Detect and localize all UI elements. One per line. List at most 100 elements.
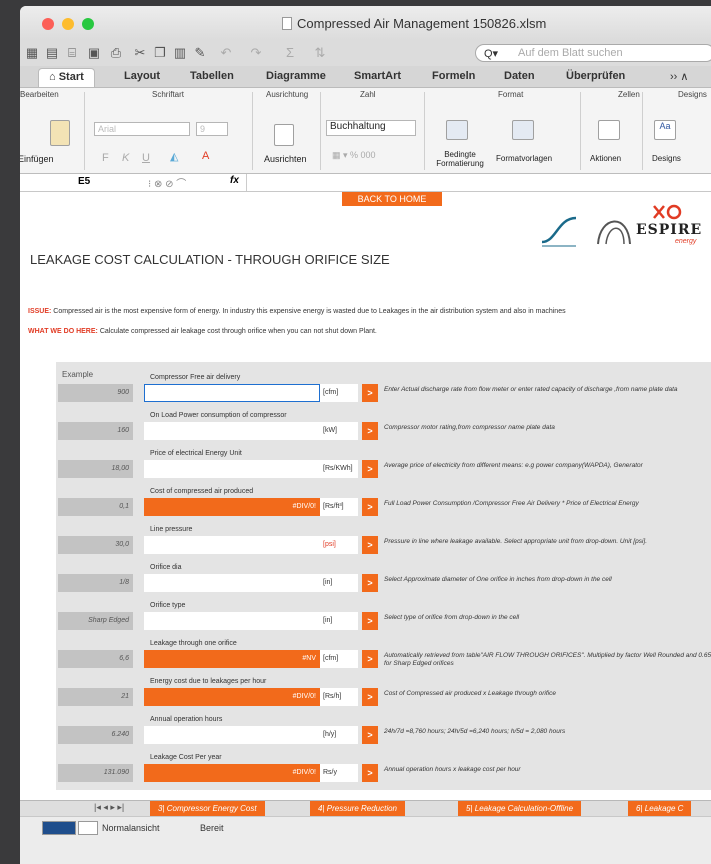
formatvorlagen-button[interactable]: Formatvorlagen	[496, 154, 552, 163]
row-unit: [cfm]	[320, 650, 358, 668]
cells-icon[interactable]	[598, 120, 620, 140]
row-value-input[interactable]	[144, 384, 320, 402]
row-description: Compressor motor rating,from compressor …	[384, 424, 555, 431]
row-arrow-button[interactable]: >	[362, 574, 378, 592]
row-arrow-button[interactable]: >	[362, 726, 378, 744]
sheet-tab-leakage-c[interactable]: 6| Leakage C	[628, 801, 692, 816]
window-title: Compressed Air Management 150826.xlsm	[282, 16, 546, 31]
excel-window: Compressed Air Management 150826.xlsm ▦ …	[20, 6, 711, 864]
row-value-input[interactable]	[144, 422, 320, 440]
row-arrow-button[interactable]: >	[362, 650, 378, 668]
calculation-panel: Example Compressor Free air delivery 900 […	[56, 362, 711, 790]
row-arrow-button[interactable]: >	[362, 422, 378, 440]
bedingte-formatierung-button[interactable]: Bedingte Formatierung	[428, 150, 492, 168]
designs-button[interactable]: Designs	[652, 154, 681, 163]
font-name-field[interactable]: Arial	[94, 122, 190, 136]
page-layout-view-icon[interactable]	[78, 821, 98, 835]
title-bar: Compressed Air Management 150826.xlsm	[20, 6, 711, 40]
ribbon-separator	[642, 92, 643, 170]
row-arrow-button[interactable]: >	[362, 498, 378, 516]
formula-bar: E5 ⁝ ⊗ ⊘ ⌒ fx	[20, 174, 711, 192]
save-icon[interactable]: ▣	[86, 45, 102, 61]
close-window-button[interactable]	[42, 18, 54, 30]
einfuegen-button[interactable]: Einfügen	[20, 154, 54, 164]
row-arrow-button[interactable]: >	[362, 612, 378, 630]
tab-start[interactable]: ⌂ Start	[38, 68, 95, 87]
open-icon[interactable]: ⌸	[64, 45, 80, 61]
autosum-icon[interactable]: Σ	[282, 45, 298, 61]
tab-daten[interactable]: Daten	[504, 70, 535, 82]
row-arrow-button[interactable]: >	[362, 384, 378, 402]
sheet-tab-pressure-reduction[interactable]: 4| Pressure Reduction	[310, 801, 406, 816]
print-icon[interactable]: ⎙	[108, 45, 124, 61]
conditional-format-icon[interactable]	[446, 120, 468, 140]
row-unit[interactable]: [psi]	[320, 536, 358, 554]
ribbon-collapse-icon[interactable]: ›› ∧	[670, 70, 688, 83]
sheet-tab-leakage-offline[interactable]: 5| Leakage Calculation-Offline	[458, 801, 582, 816]
tab-layout[interactable]: Layout	[124, 70, 160, 82]
row-arrow-button[interactable]: >	[362, 536, 378, 554]
quick-access-toolbar: ▦ ▤ ⌸ ▣ ⎙ ✂ ❐ ▥ ✎ ↶ ↷ Σ ⇅ Q▾ Auf dem Blat…	[20, 40, 711, 66]
row-value-input[interactable]	[144, 612, 320, 630]
cell-reference[interactable]: E5	[78, 176, 90, 187]
espire-logo-subtext: energy	[675, 238, 697, 245]
template-icon[interactable]: ▤	[44, 45, 60, 61]
font-color-icon[interactable]: A	[202, 150, 209, 162]
tab-formeln[interactable]: Formeln	[432, 70, 475, 82]
row-value-input[interactable]	[144, 536, 320, 554]
row-description: Full Load Power Consumption /Compressor …	[384, 500, 639, 507]
row-unit: [in]	[320, 574, 358, 592]
back-to-home-button[interactable]: BACK TO HOME	[342, 192, 442, 206]
row-arrow-button[interactable]: >	[362, 764, 378, 782]
tab-diagramme[interactable]: Diagramme	[266, 70, 326, 82]
font-size-field[interactable]: 9	[196, 122, 228, 136]
italic-icon[interactable]: K	[122, 152, 129, 164]
zoom-window-button[interactable]	[82, 18, 94, 30]
redo-icon[interactable]: ↷	[248, 45, 264, 61]
tab-tabellen[interactable]: Tabellen	[190, 70, 234, 82]
row-label: Annual operation hours	[150, 716, 223, 723]
row-example-value: Sharp Edged	[58, 612, 133, 630]
row-value-input[interactable]	[144, 726, 320, 744]
ribbon-separator	[320, 92, 321, 170]
paste-clipboard-icon[interactable]	[50, 120, 70, 146]
cut-icon[interactable]: ✂	[132, 45, 148, 61]
search-placeholder: Auf dem Blatt suchen	[518, 47, 623, 59]
designs-icon[interactable]: Aa	[654, 120, 676, 140]
row-arrow-button[interactable]: >	[362, 460, 378, 478]
sheet-nav-arrows[interactable]: |◂ ◂ ▸ ▸|	[94, 802, 124, 813]
undo-icon[interactable]: ↶	[218, 45, 234, 61]
issue-label: ISSUE:	[28, 308, 52, 315]
issue-body: Compressed air is the most expensive for…	[53, 308, 566, 315]
normal-view-icon[interactable]	[42, 821, 76, 835]
ribbon-separator	[424, 92, 425, 170]
align-icon[interactable]	[274, 124, 294, 146]
tab-ueberpruefen[interactable]: Überprüfen	[566, 70, 625, 82]
row-label: On Load Power consumption of compressor	[150, 412, 287, 419]
sheet-tab-compressor-energy-cost[interactable]: 3| Compressor Energy Cost	[150, 801, 265, 816]
format-painter-icon[interactable]: ✎	[192, 45, 208, 61]
number-format-select[interactable]: Buchhaltung	[326, 120, 416, 136]
copy-icon[interactable]: ❐	[152, 45, 168, 61]
tab-smartart[interactable]: SmartArt	[354, 70, 401, 82]
formula-input[interactable]	[246, 174, 711, 191]
aktionen-button[interactable]: Aktionen	[590, 154, 621, 163]
formula-controls-icon[interactable]: ⁝ ⊗ ⊘ ⌒	[148, 175, 186, 190]
bold-icon[interactable]: F	[102, 152, 109, 164]
search-input[interactable]: Q▾ Auf dem Blatt suchen	[475, 44, 711, 62]
row-arrow-button[interactable]: >	[362, 688, 378, 706]
new-sheet-icon[interactable]: ▦	[24, 45, 40, 61]
ausrichten-button[interactable]: Ausrichten	[264, 154, 307, 164]
cell-styles-icon[interactable]	[512, 120, 534, 140]
espire-logo-icon	[653, 204, 682, 220]
minimize-window-button[interactable]	[62, 18, 74, 30]
sort-icon[interactable]: ⇅	[312, 45, 328, 61]
row-value-input[interactable]	[144, 574, 320, 592]
fx-icon[interactable]: fx	[230, 175, 239, 186]
paste-icon[interactable]: ▥	[172, 45, 188, 61]
underline-icon[interactable]: U	[142, 152, 150, 164]
fill-color-icon[interactable]: ◭	[170, 150, 178, 163]
row-unit: [cfm]	[320, 384, 358, 402]
row-value-input[interactable]	[144, 460, 320, 478]
percent-icon[interactable]: ▦ ▾ % 000	[332, 150, 376, 161]
